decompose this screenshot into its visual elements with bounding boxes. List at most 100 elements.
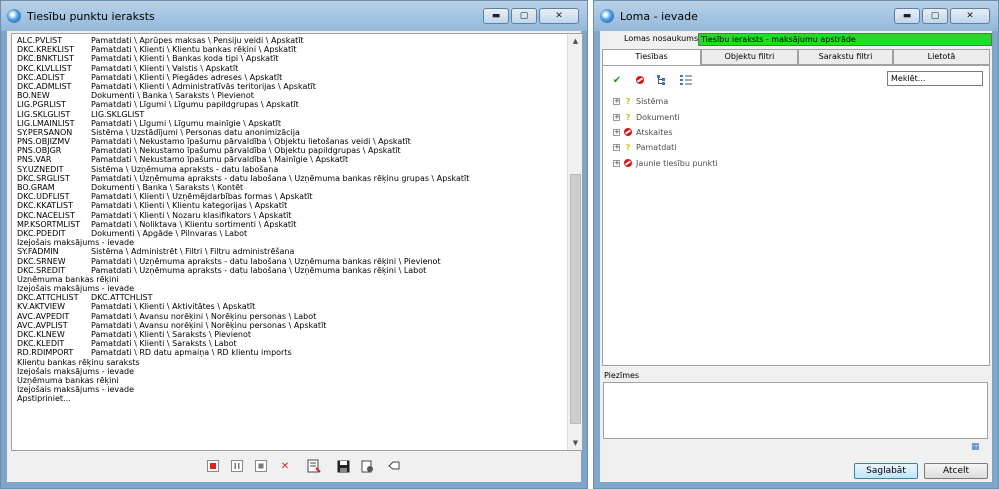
log-line-path: Pamatdati \ Klienti \ Saraksts \ Labot — [91, 339, 237, 349]
log-line-code: DKC.KLNEW — [17, 330, 65, 339]
export-icon[interactable] — [301, 458, 327, 474]
log-line-path: Pamatdati \ Nekustamo īpašumu pārvaldība… — [91, 137, 411, 147]
tree-expand-icon[interactable] — [655, 72, 671, 88]
log-line-path: Pamatdati \ Uzņēmuma apraksts - datu lab… — [91, 265, 427, 275]
log-line-path: Pamatdati \ Klienti \ Aktivitātes \ Apsk… — [91, 302, 256, 312]
save-disk-icon[interactable] — [335, 458, 351, 474]
maximize-button[interactable]: ▢ — [922, 8, 948, 24]
role-window-titlebar[interactable]: Loma - ievade ▬ ▢ ✕ — [594, 1, 998, 31]
log-line: BO.NEW Dokumenti \ Banka \ Saraksts \ Pie… — [17, 91, 566, 100]
pause-icon[interactable] — [229, 458, 245, 474]
tree-item[interactable]: +? Pamatdati — [613, 140, 718, 155]
tree-item[interactable]: +? Dokumenti — [613, 109, 718, 124]
log-line: DKC.SRNEW Pamatdati \ Uzņēmuma apraksts -… — [17, 257, 566, 266]
scroll-down-arrow-icon[interactable]: ▼ — [568, 436, 582, 450]
rights-tree: +? Sistēma +? Dokumenti + Atskaites +? Pamatdat… — [613, 94, 718, 171]
attachment-icon[interactable]: ▦ — [971, 442, 980, 452]
cancel-button[interactable]: Atcelt — [924, 463, 988, 479]
log-line-path: Pamatdati \ Noliktava \ Klientu sortimen… — [91, 219, 297, 229]
log-line: SY.UZNEDIT Sistēma \ Uzņēmuma apraksts - … — [17, 165, 566, 174]
tree-expander-icon[interactable]: + — [613, 113, 620, 121]
tab-sarakstu-filtri[interactable]: Sarakstu filtri — [797, 49, 893, 65]
scroll-up-arrow-icon[interactable]: ▲ — [568, 34, 582, 48]
log-line-code: LIG.SKLGLIST — [17, 109, 71, 119]
rights-toolbar: ✔ — [609, 72, 694, 88]
log-line-path: Pamatdati \ Aprūpes maksas \ Pensiju vei… — [91, 36, 304, 45]
log-line-code: SY.UZNEDIT — [17, 164, 64, 174]
tree-item-label: Dokumenti — [636, 112, 680, 122]
log-line: DKC.KLVLLIST Pamatdati \ Klienti \ Valsti… — [17, 64, 566, 73]
app-globe-icon — [600, 9, 614, 23]
delete-icon[interactable]: ✕ — [277, 458, 293, 474]
log-line-code: ALC.PVLIST — [17, 36, 63, 45]
log-line-code: DKC.ADLIST — [17, 72, 65, 82]
log-line-code: RD.RDIMPORT — [17, 348, 74, 358]
log-line-code: DKC.ATTCHLIST — [17, 293, 79, 303]
vertical-scrollbar[interactable]: ▲ ▼ — [567, 34, 582, 450]
log-line-path: Dokumenti \ Apgāde \ Pilnvaras \ Labot — [91, 228, 248, 238]
tree-item[interactable]: +? Sistēma — [613, 94, 718, 109]
maximize-button[interactable]: ▢ — [511, 8, 537, 24]
log-window-titlebar[interactable]: Tiesību punktu ieraksts ▬ ▢ ✕ — [1, 1, 587, 31]
log-line: DKC.ADLIST Pamatdati \ Klienti \ Piegādes… — [17, 73, 566, 82]
tab-lietotaji[interactable]: Lietotā — [893, 49, 990, 65]
log-line-path: Izejošais maksājums - ievade — [17, 238, 135, 248]
tree-expander-icon[interactable]: + — [613, 128, 620, 136]
log-line-code: AVC.AVPLIST — [17, 320, 68, 330]
log-line-path: Pamatdati \ Līgumi \ Līgumu mainīgie \ A… — [91, 118, 282, 128]
log-line-path: DKC.ATTCHLIST — [91, 293, 153, 303]
log-line-code: DKC.PDEDIT — [17, 228, 66, 238]
log-line: PNS.VAR Pamatdati \ Nekustamo īpašumu pār… — [17, 155, 566, 164]
scroll-thumb[interactable] — [570, 174, 581, 424]
log-line-code: PNS.OBJGR — [17, 146, 62, 156]
log-line-path: Pamatdati \ Uzņēmuma apraksts - datu lab… — [91, 173, 470, 183]
tree-expander-icon[interactable]: + — [613, 144, 620, 152]
log-line-path: Pamatdati \ Nekustamo īpašumu pārvaldība… — [91, 155, 349, 165]
stop-icon[interactable] — [253, 458, 269, 474]
minimize-button[interactable]: ▬ — [483, 8, 509, 24]
log-line: DKC.KKATLIST Pamatdati \ Klienti \ Klient… — [17, 201, 566, 210]
log-line: DKC.SRGLIST Pamatdati \ Uzņēmuma apraksts… — [17, 174, 566, 183]
log-window-client: ALC.PVLIST Pamatdati \ Aprūpes maksas \ P… — [7, 31, 583, 482]
log-line: SY.PERSANON Sistēma \ Uzstādījumi \ Perso… — [17, 128, 566, 137]
role-name-input[interactable]: Tiesību ieraksts - maksājumu apstrāde — [698, 33, 992, 46]
role-tabs: Tiesības Objektu filtri Sarakstu filtri … — [602, 49, 990, 65]
tab-objektu-filtri[interactable]: Objektu filtri — [700, 49, 798, 65]
log-line: Uzņēmuma bankas rēķini — [17, 376, 566, 385]
close-button[interactable]: ✕ — [539, 8, 579, 24]
rights-panel: ✔ Meklēt... +? Sistēma +? Dokumenti + Atskait… — [602, 65, 990, 366]
log-line: DKC.SREDIT Pamatdati \ Uzņēmuma apraksts … — [17, 266, 566, 275]
log-textbox[interactable]: ALC.PVLIST Pamatdati \ Aprūpes maksas \ P… — [11, 33, 583, 451]
log-line-code: PNS.OBJIZMV — [17, 137, 70, 147]
log-line: PNS.OBJIZMV Pamatdati \ Nekustamo īpašumu… — [17, 137, 566, 146]
tree-expander-icon[interactable]: + — [613, 159, 620, 167]
record-icon[interactable] — [205, 458, 221, 474]
log-line: DKC.UDFLIST Pamatdati \ Klienti \ Uzņēmēj… — [17, 192, 566, 201]
tree-expander-icon[interactable]: + — [613, 98, 620, 106]
role-name-row: Lomas nosaukums: Tiesību ieraksts - maks… — [604, 33, 992, 47]
tree-item[interactable]: + Atskaites — [613, 125, 718, 140]
minimize-button[interactable]: ▬ — [894, 8, 920, 24]
tab-tiesibas[interactable]: Tiesības — [602, 49, 701, 65]
role-window-client: Lomas nosaukums: Tiesību ieraksts - maks… — [600, 31, 992, 482]
log-line-path: Izejošais maksājums - ievade — [17, 385, 135, 395]
question-icon: ? — [625, 143, 631, 153]
save-button[interactable]: Saglabāt — [854, 463, 918, 479]
tree-item[interactable]: + Jaunie tiesību punkti — [613, 156, 718, 171]
tree-collapse-icon[interactable] — [678, 72, 694, 88]
log-line-code: DKC.UDFLIST — [17, 192, 70, 202]
grant-check-icon[interactable]: ✔ — [609, 72, 625, 88]
log-line-path: LIG.SKLGLIST — [91, 109, 145, 119]
log-line-path: Dokumenti \ Banka \ Saraksts \ Pievienot — [91, 91, 254, 101]
log-line-code: DKC.BNKTLIST — [17, 54, 74, 64]
log-line-path: Pamatdati \ Klienti \ Bankas koda tipi \… — [91, 54, 279, 64]
settings-icon[interactable] — [359, 458, 375, 474]
log-line-path: Pamatdati \ Klienti \ Uzņēmējdarbības fo… — [91, 192, 313, 202]
search-input[interactable]: Meklēt... — [887, 71, 983, 86]
log-line: DKC.KLNEW Pamatdati \ Klienti \ Saraksts … — [17, 330, 566, 339]
notes-label: Piezīmes — [604, 371, 640, 380]
deny-icon[interactable] — [632, 72, 648, 88]
notes-textarea[interactable] — [603, 382, 988, 439]
eraser-icon[interactable] — [383, 458, 405, 474]
close-button[interactable]: ✕ — [950, 8, 990, 24]
